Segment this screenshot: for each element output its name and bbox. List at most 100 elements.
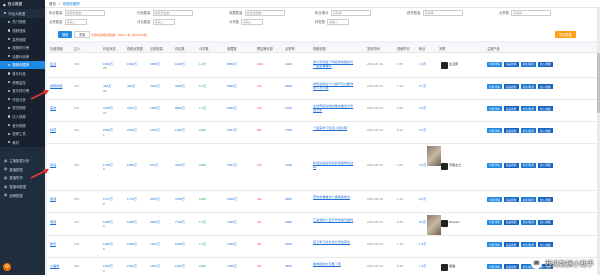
product-thumbnail[interactable] xyxy=(441,264,448,271)
sidebar-item[interactable]: 高赞视频 xyxy=(0,34,45,44)
gear-icon[interactable]: ⚙ xyxy=(3,263,11,271)
sidebar-item[interactable]: ▤ 直播间数据 xyxy=(0,182,45,191)
filter-input[interactable]: 请选择 xyxy=(330,9,371,16)
action-button[interactable]: 商品视频 xyxy=(503,197,519,202)
action-button[interactable]: 关注/取消 xyxy=(520,128,536,133)
action-button[interactable]: 商品视频 xyxy=(503,84,519,89)
filter-input[interactable]: 最低收藏数 xyxy=(244,9,285,16)
column-header[interactable]: 预估曝光量 xyxy=(257,46,273,51)
video-title-link[interactable]: 你知道吗这个小技巧可以帮你省下不少钱 xyxy=(313,82,355,90)
video-title-link[interactable]: 它是我的小宝贝你觉得可爱吗 xyxy=(313,218,355,222)
video-title-link[interactable]: 你今天吃饭了吗和你的朋友们一起来看看吧 xyxy=(313,60,355,68)
action-button[interactable]: 商品视频 xyxy=(503,128,519,133)
column-header[interactable]: 点赞增量 xyxy=(150,46,163,51)
action-button[interactable]: 关注/取消 xyxy=(520,242,536,247)
action-button[interactable]: 抖音详情 xyxy=(487,197,502,202)
filter-input[interactable]: 请输入 xyxy=(152,18,175,25)
filter-input[interactable]: 请输入 xyxy=(64,18,87,25)
action-button[interactable]: 抖音详情 xyxy=(487,128,502,133)
filter-input[interactable]: 请输入 xyxy=(327,18,350,25)
filter-input[interactable]: 请选择 xyxy=(511,9,552,16)
video-thumbnail[interactable] xyxy=(427,146,441,166)
action-button[interactable]: 关注/取消 xyxy=(520,106,536,111)
action-button[interactable]: 加入收藏 xyxy=(538,61,553,67)
sidebar-item[interactable]: 视频监控 xyxy=(0,77,45,87)
sidebar-item[interactable]: ▤ 品牌数据 xyxy=(0,191,45,200)
video-name-link[interactable]: 美食 xyxy=(50,106,56,110)
filter-input[interactable]: 请选择 xyxy=(422,9,463,16)
product-thumbnail[interactable] xyxy=(441,61,448,69)
video-title-link[interactable]: 一起来学习生活小常识吧 xyxy=(313,126,355,130)
action-button[interactable]: 关注/取消 xyxy=(520,219,536,225)
action-button[interactable]: 商品视频 xyxy=(503,242,519,247)
action-button[interactable]: 加入收藏 xyxy=(538,106,553,111)
sidebar-item[interactable]: 话题作品榜 xyxy=(0,51,45,61)
action-button[interactable]: 加入收藏 xyxy=(538,242,553,247)
sidebar-item[interactable]: 音乐视频 xyxy=(0,120,45,130)
product-thumbnail[interactable] xyxy=(441,219,448,227)
video-title-link[interactable]: 孩子学习好方法分享给家长 xyxy=(313,240,355,244)
action-button[interactable]: 关注/取消 xyxy=(520,84,536,89)
video-title-link[interactable]: 全世界最好吃的美食做法分享给大家 xyxy=(313,104,355,112)
sidebar-item[interactable]: 视频工具 xyxy=(0,129,45,138)
action-button[interactable]: 商品视频 xyxy=(503,219,519,225)
product-thumbnail[interactable] xyxy=(441,162,448,170)
column-header[interactable]: 作品状态 xyxy=(103,46,116,51)
action-button[interactable]: 加入收藏 xyxy=(538,197,553,202)
video-name-link[interactable]: 教育 xyxy=(50,242,56,246)
action-button[interactable]: 商品视频 xyxy=(503,106,519,111)
column-header[interactable]: 视频点赞数 xyxy=(127,46,143,51)
action-button[interactable]: 关注/取消 xyxy=(520,197,536,202)
action-button[interactable]: 商品视频 xyxy=(503,264,519,269)
video-name-link[interactable]: 科普 xyxy=(50,128,56,132)
sidebar-item[interactable]: ▤ 主播数据分析 xyxy=(0,157,45,166)
filter-input[interactable]: 最低作品数 xyxy=(152,9,193,16)
reset-button[interactable]: 重置 xyxy=(74,31,91,38)
video-name-link[interactable]: 搞笑视频 xyxy=(50,84,62,88)
search-button[interactable]: 搜索 xyxy=(58,31,73,38)
sidebar-item[interactable]: 素材 xyxy=(0,137,45,147)
action-button[interactable]: 加入收藏 xyxy=(538,219,553,225)
filter-input[interactable]: 最低粉丝数 xyxy=(64,9,105,16)
action-button[interactable]: 抖音详情 xyxy=(487,106,502,111)
action-button[interactable]: 商品视频 xyxy=(503,61,519,67)
video-name-link[interactable]: 萌宠 xyxy=(50,220,56,224)
action-button[interactable]: 关注/取消 xyxy=(520,162,536,168)
action-button[interactable]: 关注/取消 xyxy=(520,61,536,67)
action-button[interactable]: 抖音详情 xyxy=(487,162,502,168)
column-header[interactable]: 视频时长 xyxy=(397,46,410,51)
column-header[interactable]: 主推产品 xyxy=(487,46,500,51)
column-header[interactable]: 点赞率 xyxy=(285,46,295,51)
action-button[interactable]: 加入收藏 xyxy=(538,84,553,89)
video-name-link[interactable]: 小猫咪 xyxy=(50,264,59,268)
video-thumbnail[interactable] xyxy=(427,215,441,235)
sidebar-item[interactable]: 视频排行榜 xyxy=(0,43,45,52)
action-button[interactable]: 抖音详情 xyxy=(487,242,502,247)
video-name-link[interactable]: 情感 xyxy=(50,163,56,167)
video-name-link[interactable]: 旅游 xyxy=(50,197,56,201)
action-button[interactable]: 抖音详情 xyxy=(487,219,502,225)
column-header[interactable]: 发布时间 xyxy=(367,46,380,51)
filter-input[interactable]: 请输入 xyxy=(241,18,264,25)
breadcrumb-home[interactable]: 首页 xyxy=(49,1,56,6)
sidebar-logo[interactable]: ◆ 西瓜数据 xyxy=(0,0,45,9)
sidebar-item[interactable]: 作品大数据 xyxy=(0,9,45,18)
column-header[interactable]: 达人 xyxy=(74,46,80,51)
column-header[interactable]: 视频标题 xyxy=(313,46,326,51)
action-button[interactable]: 商品视频 xyxy=(503,162,519,168)
column-header[interactable]: 分享数 xyxy=(199,46,209,51)
sidebar-item[interactable]: 达人视频 xyxy=(0,112,45,121)
sidebar-item[interactable]: 视频搜索 xyxy=(0,26,45,35)
column-header[interactable]: 抖音视频 xyxy=(50,46,63,51)
video-title-link[interactable]: 猫咪真的太可爱了吧 xyxy=(313,262,355,266)
column-header[interactable]: 关联 xyxy=(439,46,445,51)
sidebar-item[interactable]: 热门视频 xyxy=(0,17,45,27)
video-title-link[interactable]: 带你去看看这个美丽的地方 xyxy=(313,195,355,199)
column-header[interactable]: 评论数 xyxy=(175,46,185,51)
action-button[interactable]: 抖音详情 xyxy=(487,84,502,89)
video-name-link[interactable]: 生活 xyxy=(50,62,56,66)
action-button[interactable]: 抖音详情 xyxy=(487,264,502,269)
column-header[interactable]: 粉丝 xyxy=(419,46,425,51)
action-button[interactable]: 加入收藏 xyxy=(538,128,553,133)
export-button[interactable]: 导出数据 xyxy=(555,31,576,38)
